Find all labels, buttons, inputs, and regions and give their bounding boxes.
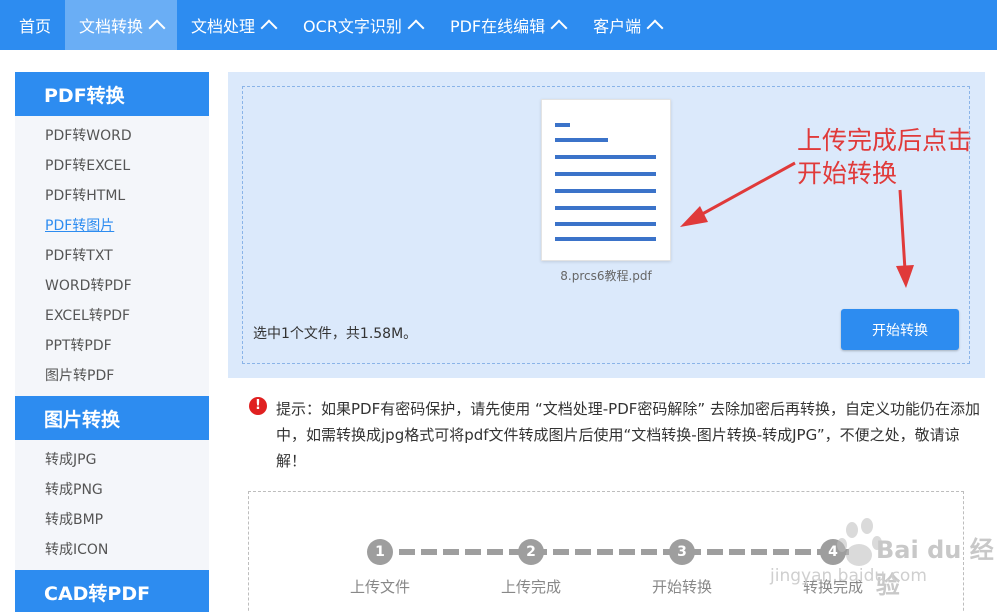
sidebar-item[interactable]: 转成JPG bbox=[15, 445, 209, 475]
doc-line bbox=[555, 123, 570, 127]
sidebar-item[interactable]: 转成BMP bbox=[15, 505, 209, 535]
nav-item[interactable]: PDF在线编辑 bbox=[436, 0, 579, 50]
annotation-line-2: 开始转换 bbox=[797, 159, 898, 188]
upload-panel: 8.prcs6教程.pdf 选中1个文件，共1.58M。 开始转换 bbox=[228, 72, 985, 378]
sidebar-item[interactable]: 转成PNG bbox=[15, 475, 209, 505]
nav-item[interactable]: 文档转换 bbox=[65, 0, 178, 50]
sidebar-section-title[interactable]: PDF转换 bbox=[15, 72, 209, 116]
step-number-badge: 3 bbox=[669, 539, 695, 565]
doc-line bbox=[555, 172, 656, 176]
doc-line bbox=[555, 222, 656, 226]
doc-line bbox=[555, 189, 656, 193]
tip-text: 提示：如果PDF有密码保护，请先使用 “文档处理-PDF密码解除” 去除加密后再… bbox=[276, 400, 980, 470]
sidebar-item[interactable]: EXCEL转PDF bbox=[15, 301, 209, 331]
nav-item[interactable]: 文档处理 bbox=[177, 0, 289, 50]
file-name: 8.prcs6教程.pdf bbox=[560, 269, 652, 283]
sidebar-item[interactable]: 图片转PDF bbox=[15, 361, 209, 391]
sidebar-item[interactable]: PDF转HTML bbox=[15, 181, 209, 211]
nav-item[interactable]: OCR文字识别 bbox=[289, 0, 436, 50]
nav-item-label: 文档转换 bbox=[79, 17, 144, 36]
nav-item[interactable]: 首页 bbox=[5, 0, 65, 50]
chevron-up-icon bbox=[550, 19, 568, 37]
sidebar-item[interactable]: PDF转图片 bbox=[15, 211, 209, 241]
doc-line bbox=[555, 206, 656, 210]
watermark-brand: Bai du 经验 bbox=[876, 536, 994, 599]
doc-line bbox=[555, 237, 656, 241]
step-label: 上传文件 bbox=[349, 578, 410, 596]
nav-item-label: 首页 bbox=[19, 17, 52, 36]
doc-line bbox=[555, 138, 608, 142]
nav-item-label: OCR文字识别 bbox=[303, 17, 402, 36]
nav-item-label: 文档处理 bbox=[191, 17, 256, 36]
sidebar: PDF转换 PDF转WORD PDF转EXCEL PDF转HTML PDF转图片 PDF转… bbox=[15, 72, 209, 612]
sidebar-item[interactable]: WORD转PDF bbox=[15, 271, 209, 301]
start-convert-button[interactable]: 开始转换 bbox=[841, 309, 959, 350]
sidebar-item[interactable]: PDF转WORD bbox=[15, 121, 209, 151]
chevron-up-icon bbox=[148, 19, 166, 37]
sidebar-list: 转成JPG 转成PNG 转成BMP 转成ICON bbox=[15, 440, 209, 570]
warning-icon: ! bbox=[249, 397, 267, 415]
sidebar-section-title[interactable]: CAD转PDF bbox=[15, 570, 209, 612]
selected-files-info: 选中1个文件，共1.58M。 bbox=[253, 326, 418, 342]
chevron-up-icon bbox=[260, 19, 278, 37]
top-nav-items: 首页 文档转换 文档处理 OCR文字识别 PDF在线编辑 客户端 bbox=[5, 0, 675, 50]
sidebar-list: PDF转WORD PDF转EXCEL PDF转HTML PDF转图片 PDF转TXT WO… bbox=[15, 116, 209, 396]
doc-line bbox=[555, 155, 656, 159]
nav-item[interactable]: 客户端 bbox=[579, 0, 675, 50]
annotation-line-1: 上传完成后点击 bbox=[797, 126, 973, 155]
sidebar-item[interactable]: PPT转PDF bbox=[15, 331, 209, 361]
step-label: 开始转换 bbox=[651, 578, 712, 596]
step-number-badge: 2 bbox=[518, 539, 544, 565]
step-number-badge: 1 bbox=[367, 539, 393, 565]
annotation-text: 上传完成后点击 开始转换 bbox=[797, 124, 997, 190]
file-thumbnail[interactable] bbox=[541, 99, 671, 261]
top-nav: 首页 文档转换 文档处理 OCR文字识别 PDF在线编辑 客户端 bbox=[0, 0, 997, 50]
sidebar-item[interactable]: 转成ICON bbox=[15, 535, 209, 565]
chevron-up-icon bbox=[407, 19, 425, 37]
sidebar-item[interactable]: PDF转EXCEL bbox=[15, 151, 209, 181]
nav-item-label: 客户端 bbox=[593, 17, 642, 36]
watermark-url: jingyan.baidu.com bbox=[770, 566, 927, 586]
chevron-up-icon bbox=[646, 19, 664, 37]
sidebar-section-title[interactable]: 图片转换 bbox=[15, 396, 209, 440]
nav-item-label: PDF在线编辑 bbox=[449, 17, 546, 36]
sidebar-item[interactable]: PDF转TXT bbox=[15, 241, 209, 271]
step-label: 上传完成 bbox=[500, 578, 561, 596]
